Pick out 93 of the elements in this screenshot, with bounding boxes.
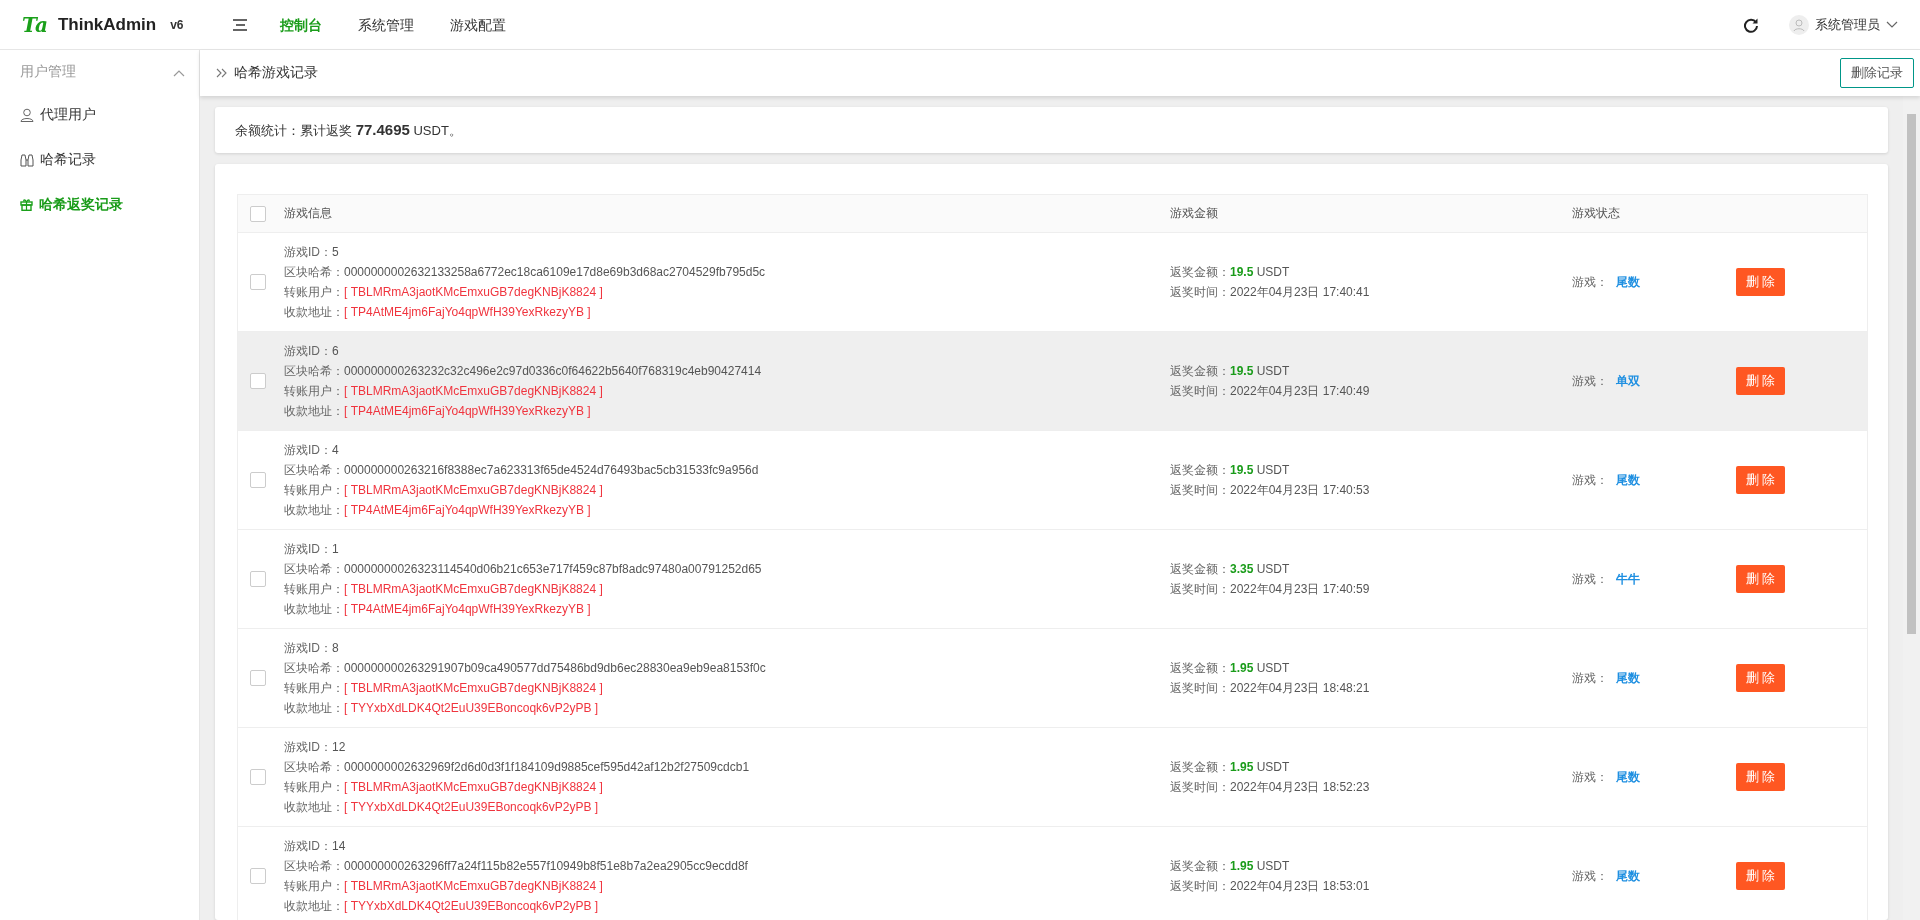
checkbox[interactable] [250,472,266,488]
info-line: 游戏ID：5 [284,244,340,261]
address-line: 收款地址：[ TP4AtME4jm6FajYo4qpWfH39YexRkezyYB ] [284,601,592,618]
nav-tab[interactable]: 系统管理 [340,0,432,50]
info-line: 游戏ID：6 [284,343,340,360]
app-title: ThinkAdmin [57,14,157,35]
user-name[interactable]: 系统管理员 [1815,15,1880,34]
summary-text: 余额统计：累计返奖 77.4695 USDT。 [235,120,462,140]
checkbox[interactable] [250,274,266,290]
info-line: 游戏ID：1 [284,541,340,558]
delete-button[interactable]: 删 除 [1736,466,1785,494]
info-line: 游戏ID：8 [284,640,340,657]
address-line: 转账用户：[ TBLMRmA3jaotKMcEmxuGB7degKNBjK8824 ] [284,383,604,400]
prize-time: 返奖时间：2022年04月23日 17:40:59 [1170,581,1371,598]
game-type: 游戏： 尾数 [1572,274,1641,291]
logo-mark: Ta [22,12,48,37]
checkbox[interactable] [250,670,266,686]
info-line: 游戏ID：4 [284,442,340,459]
prize-amount: 返奖金额：19.5 USDT [1170,462,1291,479]
address-line: 收款地址：[ TYYxbXdLDK4Qt2EuU39EBoncoqk6vP2yPB ] [284,898,600,915]
prize-time: 返奖时间：2022年04月23日 17:40:41 [1170,284,1371,301]
address-line: 收款地址：[ TP4AtME4jm6FajYo4qpWfH39YexRkezyYB ] [284,502,592,519]
scrollbar-thumb[interactable] [1907,114,1916,634]
checkbox[interactable] [250,571,266,587]
address-line: 收款地址：[ TYYxbXdLDK4Qt2EuU39EBoncoqk6vP2yPB ] [284,799,600,816]
checkbox[interactable] [250,205,266,222]
address-line: 收款地址：[ TP4AtME4jm6FajYo4qpWfH39YexRkezyYB ] [284,403,592,420]
info-line: 区块哈希：000000000263296ff7a24f115b82e557f10949b8f51e8b7a2ea2905cc9ecdd8f [284,858,749,875]
address-line: 转账用户：[ TBLMRmA3jaotKMcEmxuGB7degKNBjK8824 ] [284,779,604,796]
delete-records-button[interactable]: 删除记录 [1840,58,1914,88]
prize-time: 返奖时间：2022年04月23日 18:52:23 [1170,779,1371,796]
binoculars-icon [20,152,34,167]
delete-button[interactable]: 删 除 [1736,268,1785,296]
info-line: 区块哈希：0000000002632969f2d6d0d3f1f184109d9885cef595d42af12b2f27509cdcb1 [284,759,751,776]
prize-time: 返奖时间：2022年04月23日 17:40:53 [1170,482,1371,499]
info-line: 区块哈希：000000000263291907b09ca490577dd75486bd9db6ec28830ea9eb9ea8153f0c [284,660,767,677]
game-type: 游戏： 牛牛 [1572,571,1641,588]
delete-button[interactable]: 删 除 [1736,763,1785,791]
info-line: 区块哈希：0000000002632133258a6772ec18ca6109e17d8e69b3d68ac2704529fb795d5c [284,264,767,281]
nav-tab[interactable]: 控制台 [262,0,340,50]
nav-tab[interactable]: 游戏配置 [432,0,524,50]
info-line: 区块哈希：00000000026323114540d06b21c653e717f459c87bf8adc97480a00791252d65 [284,561,763,578]
group-label: 用户管理 [20,63,76,81]
game-type: 游戏： 尾数 [1572,868,1641,885]
checkbox[interactable] [250,868,266,884]
address-line: 转账用户：[ TBLMRmA3jaotKMcEmxuGB7degKNBjK8824 ] [284,680,604,697]
prize-amount: 返奖金额：1.95 USDT [1170,759,1291,776]
delete-button[interactable]: 删 除 [1736,565,1785,593]
sidebar-item[interactable]: 哈希返奖记录 [0,182,199,227]
sidebar-group[interactable]: 用户管理 [0,52,199,92]
address-line: 转账用户：[ TBLMRmA3jaotKMcEmxuGB7degKNBjK8824 ] [284,878,604,895]
prize-time: 返奖时间：2022年04月23日 17:40:49 [1170,383,1371,400]
page-title: 哈希游戏记录 [234,64,318,82]
version-label: v6 [170,17,184,32]
menu-icon[interactable] [232,17,248,32]
address-line: 收款地址：[ TYYxbXdLDK4Qt2EuU39EBoncoqk6vP2yPB ] [284,700,600,717]
address-line: 转账用户：[ TBLMRmA3jaotKMcEmxuGB7degKNBjK8824 ] [284,482,604,499]
game-type: 游戏： 单双 [1572,373,1641,390]
column-header: 游戏信息 [284,205,333,222]
game-type: 游戏： 尾数 [1572,472,1641,489]
sidebar-item[interactable]: 代理用户 [0,92,199,137]
double-chevron-icon [216,68,228,78]
chevron-up-icon[interactable] [173,69,185,77]
table-row[interactable] [238,332,1867,431]
prize-time: 返奖时间：2022年04月23日 18:53:01 [1170,878,1371,895]
avatar-icon[interactable] [1789,14,1809,35]
user-icon [20,107,34,122]
address-line: 转账用户：[ TBLMRmA3jaotKMcEmxuGB7degKNBjK8824 ] [284,581,604,598]
refresh-icon[interactable] [1743,16,1759,33]
info-line: 游戏ID：14 [284,838,347,855]
prize-amount: 返奖金额：19.5 USDT [1170,264,1291,281]
prize-amount: 返奖金额：1.95 USDT [1170,858,1291,875]
column-header: 游戏状态 [1572,205,1621,222]
info-line: 游戏ID：12 [284,739,347,756]
delete-button[interactable]: 删 除 [1736,664,1785,692]
chevron-down-icon[interactable] [1886,20,1898,29]
address-line: 收款地址：[ TP4AtME4jm6FajYo4qpWfH39YexRkezyYB ] [284,304,592,321]
gift-icon [20,198,33,211]
delete-button[interactable]: 删 除 [1736,862,1785,890]
column-header: 游戏金额 [1170,205,1219,222]
prize-amount: 返奖金额：19.5 USDT [1170,363,1291,380]
prize-time: 返奖时间：2022年04月23日 18:48:21 [1170,680,1371,697]
prize-amount: 返奖金额：1.95 USDT [1170,660,1291,677]
address-line: 转账用户：[ TBLMRmA3jaotKMcEmxuGB7degKNBjK8824 ] [284,284,604,301]
game-type: 游戏： 尾数 [1572,769,1641,786]
checkbox[interactable] [250,769,266,785]
info-line: 区块哈希：000000000263232c32c496e2c97d0336c0f64622b5640f768319c4eb90427414 [284,363,763,380]
info-line: 区块哈希：000000000263216f8388ec7a623313f65de4524d76493bac5cb31533fc9a956d [284,462,760,479]
checkbox[interactable] [250,373,266,389]
sidebar-item[interactable]: 哈希记录 [0,137,199,182]
delete-button[interactable]: 删 除 [1736,367,1785,395]
game-type: 游戏： 尾数 [1572,670,1641,687]
prize-amount: 返奖金额：3.35 USDT [1170,561,1291,578]
